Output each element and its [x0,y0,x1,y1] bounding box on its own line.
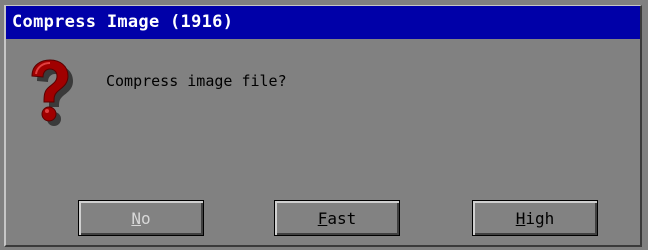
dialog-title: Compress Image (1916) [12,12,234,32]
fast-button[interactable]: Fast [274,200,400,236]
no-button[interactable]: No [78,200,204,236]
dialog-message: Compress image file? [106,72,287,90]
question-mark-icon [26,58,76,134]
high-button[interactable]: High [472,200,598,236]
compress-image-dialog: Compress Image (1916) Compress image fil… [4,5,642,247]
no-button-label: No [131,208,151,228]
high-button-label: High [515,208,555,228]
title-bar[interactable]: Compress Image (1916) [6,6,640,39]
fast-button-label: Fast [317,208,357,228]
